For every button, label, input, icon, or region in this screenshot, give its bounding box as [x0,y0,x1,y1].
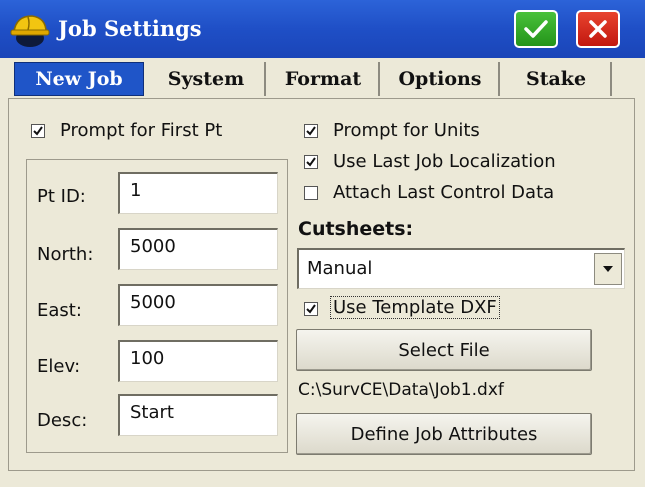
east-label: East: [37,300,82,321]
close-button[interactable] [576,10,620,48]
elev-label: Elev: [37,356,81,377]
checkbox-check-icon [306,304,316,314]
tab-new-job[interactable]: New Job [14,62,144,96]
cutsheets-select[interactable]: Manual [297,248,625,289]
use-template-dxf-label: Use Template DXF [330,296,500,319]
north-field[interactable]: 5000 [118,228,278,270]
north-label: North: [37,244,94,265]
use-last-localization-label: Use Last Job Localization [333,151,556,172]
prompt-first-pt-label: Prompt for First Pt [60,120,223,141]
select-file-button[interactable]: Select File [296,329,592,371]
tab-format[interactable]: Format [268,62,380,96]
checkbox-check-icon [33,126,43,136]
file-path-text: C:\SurvCE\Data\Job1.dxf [298,380,504,400]
prompt-units-checkbox[interactable] [304,124,318,138]
use-template-dxf-checkbox[interactable] [304,302,318,316]
use-last-localization-checkbox[interactable] [304,155,318,169]
attach-control-label: Attach Last Control Data [333,182,555,203]
pt-id-label: Pt ID: [37,186,86,207]
cutsheets-value: Manual [307,258,373,279]
checkbox-check-icon [306,126,316,136]
cutsheets-heading: Cutsheets: [298,218,414,240]
tab-options[interactable]: Options [382,62,500,96]
prompt-units-label: Prompt for Units [333,120,480,141]
tab-bar: New Job System Format Options Stake [0,58,645,98]
window-title: Job Settings [58,16,202,41]
elev-field[interactable]: 100 [118,340,278,382]
checkbox-check-icon [306,157,316,167]
desc-field[interactable]: Start [118,394,278,436]
dropdown-arrow-icon[interactable] [594,253,622,285]
title-bar: Job Settings [0,0,645,58]
tab-system[interactable]: System [148,62,266,96]
checkmark-icon [524,20,548,38]
tab-stake[interactable]: Stake [502,62,612,96]
desc-label: Desc: [37,410,88,431]
east-field[interactable]: 5000 [118,284,278,326]
ok-button[interactable] [514,10,558,48]
prompt-first-pt-checkbox[interactable] [31,124,45,138]
pt-id-field[interactable]: 1 [118,172,278,214]
close-icon [589,20,607,38]
job-settings-window: Job Settings New Job System Format Optio… [0,0,645,487]
define-job-attributes-button[interactable]: Define Job Attributes [296,413,592,455]
attach-control-checkbox[interactable] [304,186,318,200]
hard-hat-icon [8,10,52,50]
